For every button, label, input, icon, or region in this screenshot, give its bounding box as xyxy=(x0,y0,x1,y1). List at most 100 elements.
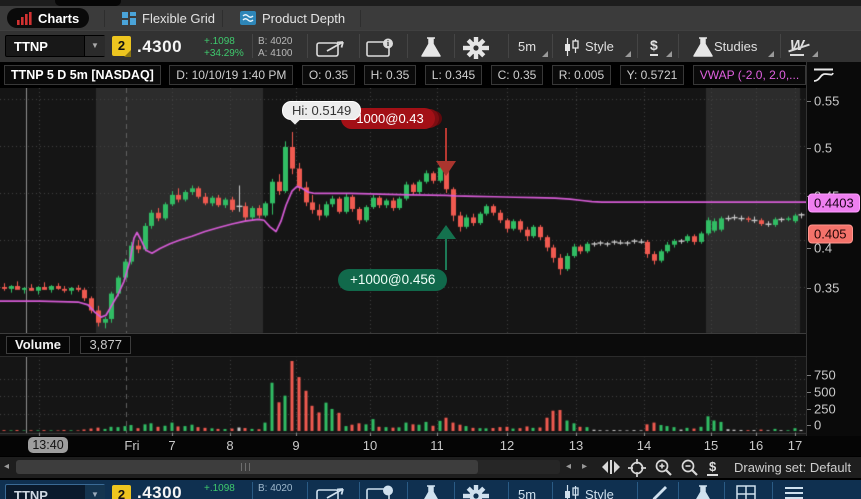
sell-arrow-icon xyxy=(436,161,456,176)
toolbar-separator xyxy=(637,34,638,58)
bottom-style-icon[interactable] xyxy=(564,485,580,499)
buy-sell-dollar-icon[interactable]: $ xyxy=(707,459,719,476)
bar-chart-icon xyxy=(17,11,32,25)
axis-tick xyxy=(807,288,811,289)
bottom-separator xyxy=(637,482,638,499)
buy-order-bubble[interactable]: +1000@0.456 xyxy=(338,269,448,291)
tab-separator xyxy=(104,10,105,27)
bottom-separator xyxy=(552,482,553,499)
bottom-note-icon[interactable] xyxy=(366,485,400,499)
axis-tick xyxy=(807,425,811,426)
price-axis-label: 0.55 xyxy=(814,93,840,109)
flexible-grid-icon xyxy=(122,11,136,25)
scroll-left-arrow[interactable]: ◂ xyxy=(4,461,9,472)
toolbar-separator xyxy=(454,34,455,58)
bottom-share-icon[interactable] xyxy=(316,485,352,499)
bottom-l2-badge[interactable]: 2 xyxy=(112,485,131,499)
scroll-step-right[interactable]: ▸ xyxy=(582,461,587,472)
time-axis-label: 7 xyxy=(168,438,176,453)
share-button[interactable] xyxy=(316,38,352,58)
change-value: +.1098 xyxy=(204,36,235,47)
bid-value: B: 4020 xyxy=(258,36,293,47)
toolbar-separator xyxy=(678,34,679,58)
header-range: R: 0.005 xyxy=(551,65,612,85)
price-axis-label: 0.5 xyxy=(814,140,833,156)
tab-charts[interactable]: Charts xyxy=(7,8,90,28)
price-axis-label: 0 xyxy=(814,417,822,433)
studies-flask-icon[interactable] xyxy=(690,37,716,58)
symbol-dropdown-caret[interactable]: ▼ xyxy=(84,36,105,56)
bottom-pencil-icon[interactable] xyxy=(650,485,670,499)
studies-button[interactable]: Studies xyxy=(714,39,757,54)
bottom-flask-icon[interactable] xyxy=(418,485,444,499)
bottom-grid-icon[interactable] xyxy=(736,485,756,499)
chart-note-button[interactable]: i xyxy=(366,38,400,58)
toolbar-separator xyxy=(359,34,360,58)
header-high: H: 0.35 xyxy=(363,65,417,85)
scroll-step-left[interactable]: ◂ xyxy=(566,461,571,472)
bottom-studies-flask-icon[interactable] xyxy=(690,485,716,499)
study-label-vwap[interactable]: VWAP (-2.0, 2.0,... xyxy=(692,65,806,85)
chart-title: TTNP 5 D 5m [NASDAQ] xyxy=(4,65,161,85)
dropdown-caret xyxy=(542,51,548,57)
tab-product-depth-label: Product Depth xyxy=(262,10,346,26)
trade-dollar-button[interactable]: $ xyxy=(650,37,658,56)
drawings-button[interactable]: W xyxy=(788,37,810,56)
time-axis-label: 16 xyxy=(748,438,764,453)
price-chart-canvas[interactable] xyxy=(0,88,806,436)
header-prev-close: Y: 0.5721 xyxy=(619,65,685,85)
zoom-in-icon[interactable] xyxy=(654,459,673,477)
thinkorswim-charts-window: Charts Flexible Grid Product Depth TTNP … xyxy=(0,0,861,499)
h-scrollbar[interactable] xyxy=(16,460,560,474)
chart-status-row: ◂ ◂ ▸ $ Drawing set: Default xyxy=(0,456,861,478)
bottom-separator xyxy=(307,482,308,499)
bottom-separator xyxy=(508,482,509,499)
tab-flexible-grid[interactable]: Flexible Grid xyxy=(112,8,225,28)
last-price-bubble: 0.405 xyxy=(808,224,853,244)
bottom-separator xyxy=(252,482,253,499)
bottom-separator xyxy=(454,482,455,499)
header-low: L: 0.345 xyxy=(424,65,483,85)
chart-style-icon[interactable] xyxy=(564,38,580,56)
toolbar-separator xyxy=(552,34,553,58)
quick-study-flask-icon[interactable] xyxy=(418,37,444,58)
tab-product-depth[interactable]: Product Depth xyxy=(230,8,355,28)
header-open: O: 0.35 xyxy=(301,65,356,85)
style-button[interactable]: Style xyxy=(585,39,614,54)
header-close: C: 0.35 xyxy=(490,65,544,85)
bottom-last-price: .4300 xyxy=(137,483,183,499)
bottom-style-label[interactable]: Style xyxy=(585,487,614,499)
tab-charts-label: Charts xyxy=(38,10,80,26)
time-axis[interactable]: 13:40 Fri 7 8 9 10 11 12 13 14 15 16 17 xyxy=(0,436,861,456)
thumb-grip xyxy=(249,463,250,471)
axis-tick xyxy=(807,409,811,410)
crosshair-target-icon[interactable] xyxy=(628,459,646,477)
pan-mode-icon[interactable] xyxy=(600,459,622,475)
bottom-symbol-caret[interactable]: ▼ xyxy=(84,485,105,499)
price-axis-label: 0.35 xyxy=(814,280,840,296)
axis-tick xyxy=(807,101,811,102)
time-axis-label: 9 xyxy=(292,438,300,453)
zoom-out-icon[interactable] xyxy=(680,459,699,477)
time-axis-label: 17 xyxy=(787,438,803,453)
tab-separator xyxy=(360,10,361,27)
buy-arrow-line xyxy=(445,239,447,270)
timeframe-button[interactable]: 5m xyxy=(518,39,536,54)
time-axis-label: 13 xyxy=(568,438,584,453)
thumb-grip xyxy=(241,463,242,471)
drawing-set-label[interactable]: Drawing set: Default xyxy=(734,460,861,475)
scroll-thumb[interactable] xyxy=(16,460,478,474)
thumb-grip xyxy=(245,463,246,471)
price-axis[interactable]: 0.550.50.450.40.357505002500 0.4403 0.40… xyxy=(806,62,861,456)
bottom-gear-icon[interactable] xyxy=(463,485,489,499)
settings-gear-icon[interactable] xyxy=(463,37,489,59)
bottom-menu-icon[interactable] xyxy=(784,485,804,499)
bottom-timeframe[interactable]: 5m xyxy=(518,487,536,499)
time-axis-label: 14 xyxy=(636,438,652,453)
chart-header: TTNP 5 D 5m [NASDAQ] D: 10/10/19 1:40 PM… xyxy=(0,62,806,88)
time-axis-label: 10 xyxy=(362,438,378,453)
axis-tick xyxy=(807,392,811,393)
toolbar-separator xyxy=(307,34,308,58)
pattern-curve-icon[interactable] xyxy=(812,67,836,84)
last-price: .4300 xyxy=(137,37,183,56)
